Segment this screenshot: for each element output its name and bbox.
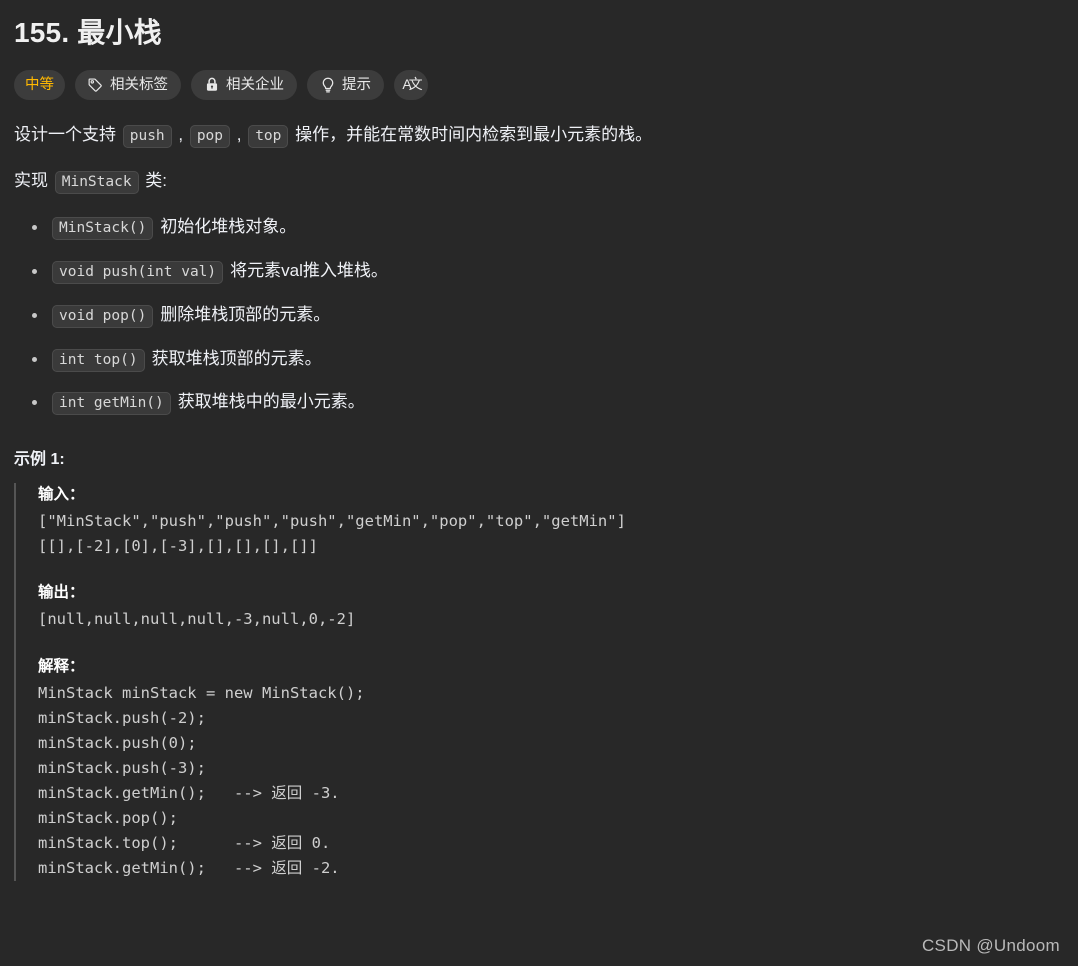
- spec-list: MinStack() 初始化堆栈对象。 void push(int val) 将元素…: [14, 214, 1064, 416]
- example-output-code: [null,null,null,null,-3,null,0,-2]: [38, 610, 356, 629]
- spec-code-getmin: int getMin(): [52, 392, 171, 416]
- spec-desc-pop: 删除堆栈顶部的元素。: [160, 304, 331, 324]
- impl-prefix: 实现: [14, 171, 53, 191]
- watermark: CSDN @Undoom: [921, 936, 1060, 955]
- problem-page: 155. 最小栈 中等 相关标签 相关企业 提示 A文 设计一个支持 push …: [0, 0, 1078, 966]
- impl-suffix: 类:: [140, 171, 168, 191]
- spec-code-top: int top(): [52, 348, 145, 372]
- example-block: 输入： ["MinStack","push","push","push","ge…: [14, 483, 1064, 882]
- spec-code-push: void push(int val): [52, 261, 224, 285]
- desc-suffix: 操作，并能在常数时间内检索到最小元素的栈。: [290, 124, 653, 144]
- difficulty-label: 中等: [25, 76, 54, 93]
- example-output-label: 输出：: [38, 584, 85, 602]
- spec-code-pop: void pop(): [52, 304, 154, 328]
- translate-icon: A文: [402, 75, 422, 92]
- page-title: 155. 最小栈: [14, 17, 162, 48]
- related-companies-badge[interactable]: 相关企业: [191, 69, 297, 100]
- desc-sep-2: ,: [232, 124, 247, 144]
- inline-code-pop: pop: [189, 124, 231, 148]
- list-item: MinStack() 初始化堆栈对象。: [30, 214, 1064, 241]
- spec-code-constructor: MinStack(): [52, 217, 154, 241]
- spec-desc-push: 将元素val推入堆栈。: [230, 261, 388, 281]
- related-tags-label: 相关标签: [110, 76, 168, 93]
- badge-row: 中等 相关标签 相关企业 提示 A文: [14, 69, 1064, 100]
- spec-desc-top: 获取堆栈顶部的元素。: [151, 348, 322, 368]
- lock-icon: [204, 77, 219, 92]
- difficulty-badge[interactable]: 中等: [14, 69, 65, 100]
- spec-desc-getmin: 获取堆栈中的最小元素。: [177, 392, 365, 412]
- list-item: void push(int val) 将元素val推入堆栈。: [30, 258, 1064, 285]
- hint-badge[interactable]: 提示: [307, 69, 384, 100]
- lightbulb-icon: [320, 77, 335, 93]
- example-input-label: 输入：: [38, 486, 85, 504]
- hint-label: 提示: [342, 76, 371, 93]
- inline-code-push: push: [122, 124, 172, 148]
- desc-sep-1: ,: [173, 124, 188, 144]
- list-item: int getMin() 获取堆栈中的最小元素。: [30, 389, 1064, 416]
- list-item: void pop() 删除堆栈顶部的元素。: [30, 302, 1064, 328]
- example-explain-code: MinStack minStack = new MinStack(); minS…: [38, 683, 365, 878]
- example-heading: 示例 1:: [14, 451, 65, 469]
- inline-code-top: top: [248, 124, 289, 148]
- related-tags-badge[interactable]: 相关标签: [75, 69, 181, 100]
- desc-prefix: 设计一个支持: [14, 124, 121, 144]
- inline-code-minstack: MinStack: [54, 171, 139, 195]
- list-item: int top() 获取堆栈顶部的元素。: [30, 346, 1064, 372]
- description-line-1: 设计一个支持 push , pop , top 操作，并能在常数时间内检索到最小…: [14, 122, 1064, 148]
- spec-desc-constructor: 初始化堆栈对象。: [160, 217, 297, 237]
- description-line-2: 实现 MinStack 类:: [14, 168, 1064, 195]
- related-companies-label: 相关企业: [226, 76, 284, 93]
- example-input-code: ["MinStack","push","push","push","getMin…: [38, 512, 626, 556]
- tag-icon: [88, 77, 103, 92]
- translate-badge[interactable]: A文: [394, 69, 428, 100]
- example-explain-label: 解释：: [38, 657, 85, 675]
